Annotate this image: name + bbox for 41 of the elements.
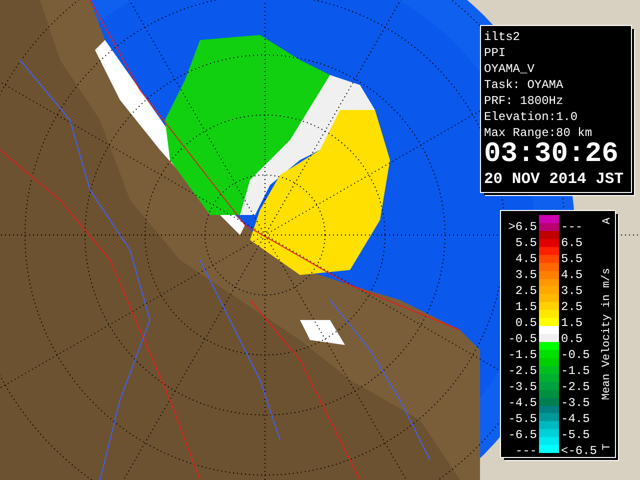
- legend-label: -4.5: [507, 395, 537, 411]
- legend-label: -4.5: [561, 411, 591, 427]
- legend-label: -2.5: [507, 363, 537, 379]
- legend-title: Mean Velocity in m/s: [601, 268, 613, 400]
- legend-label: 5.5: [514, 235, 537, 251]
- info-line: ilts2: [484, 29, 522, 45]
- info-line: OYAMA_V: [484, 61, 536, 77]
- legend-label: 4.5: [561, 267, 584, 283]
- legend-label: -0.5: [507, 331, 537, 347]
- top-marker: A: [601, 218, 613, 224]
- legend-label: -0.5: [561, 347, 591, 363]
- legend-label: -3.5: [561, 395, 591, 411]
- legend-label: -5.5: [507, 411, 537, 427]
- legend-label: 3.5: [561, 283, 584, 299]
- legend-label: 1.5: [514, 299, 537, 315]
- legend-label: 0.5: [514, 315, 537, 331]
- info-line: Elevation:1.0: [484, 109, 579, 125]
- bottom-marker: T: [601, 444, 613, 450]
- info-line: Task: OYAMA: [484, 77, 564, 93]
- legend-label: 0.5: [561, 331, 584, 347]
- legend-label: 5.5: [561, 251, 584, 267]
- legend-label: -1.5: [561, 363, 591, 379]
- info-line: Max Range:80 km: [484, 125, 594, 141]
- legend-label: <-6.5: [561, 443, 598, 459]
- legend-label: 3.5: [514, 267, 537, 283]
- info-line: PPI: [484, 45, 507, 61]
- legend-label: >6.5: [507, 219, 537, 235]
- legend-label: -6.5: [507, 427, 537, 443]
- time-label: 03:30:26: [484, 141, 620, 169]
- legend-label: ---: [561, 219, 584, 235]
- legend-label: -1.5: [507, 347, 537, 363]
- legend-label: 1.5: [561, 315, 584, 331]
- legend-label: -3.5: [507, 379, 537, 395]
- legend-label: 2.5: [561, 299, 584, 315]
- legend-label: -5.5: [561, 427, 591, 443]
- legend-label: 4.5: [514, 251, 537, 267]
- legend-label: -2.5: [561, 379, 591, 395]
- legend-label: 2.5: [514, 283, 537, 299]
- legend-label: 6.5: [561, 235, 584, 251]
- legend-label: ---: [514, 443, 537, 459]
- info-line: PRF: 1800Hz: [484, 93, 564, 109]
